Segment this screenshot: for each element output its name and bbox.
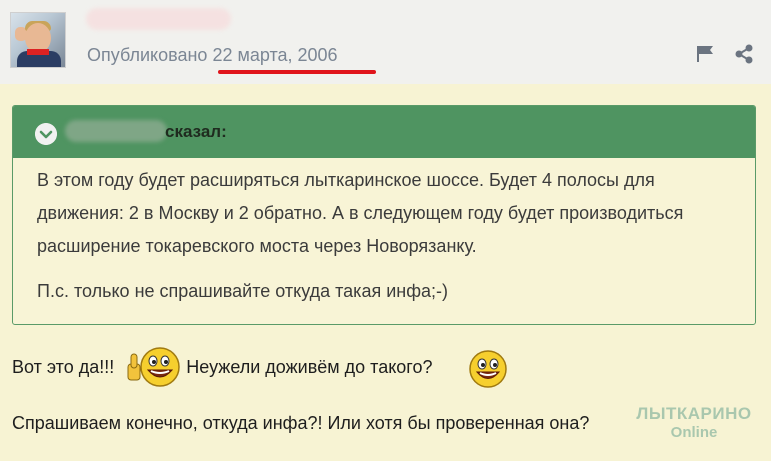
flag-icon[interactable]	[696, 45, 716, 63]
message-line-1: Вот это да!!! Неужели доживём до такого?	[12, 357, 433, 378]
published-info: Опубликовано 22 марта, 2006	[87, 45, 338, 66]
share-icon[interactable]	[734, 44, 754, 64]
avatar[interactable]	[10, 12, 66, 68]
watermark-line-2: Online	[670, 424, 718, 441]
post-header: Опубликовано 22 марта, 2006	[0, 0, 771, 84]
smiley-icon	[469, 350, 507, 388]
quote-body: В этом году будет расширяться лыткаринск…	[37, 164, 727, 308]
quote-header: сказал:	[13, 106, 755, 158]
quote-author-label: сказал:	[165, 122, 227, 141]
quote-paragraph: В этом году будет расширяться лыткаринск…	[37, 170, 684, 256]
message-line-2: Спрашиваем конечно, откуда инфа?! Или хо…	[12, 413, 590, 433]
watermark-line-1: ЛЫТКАРИНО	[636, 404, 752, 423]
published-label: Опубликовано	[87, 45, 208, 65]
redacted-username	[86, 8, 231, 30]
red-underline-annotation	[218, 70, 376, 74]
published-date-link[interactable]: 22 марта, 2006	[212, 45, 337, 65]
redacted-quote-author	[65, 120, 167, 142]
quote-block: сказал: В этом году будет расширяться лы…	[12, 105, 756, 325]
quote-paragraph: П.с. только не спрашивайте откуда такая …	[37, 281, 449, 301]
chevron-down-icon[interactable]	[35, 123, 57, 145]
message-text: Неужели доживём до такого?	[186, 357, 433, 377]
thumbs-up-smiley-icon	[127, 347, 180, 387]
site-watermark: ЛЫТКАРИНО Online	[624, 404, 764, 444]
message-text: Вот это да!!!	[12, 357, 115, 377]
